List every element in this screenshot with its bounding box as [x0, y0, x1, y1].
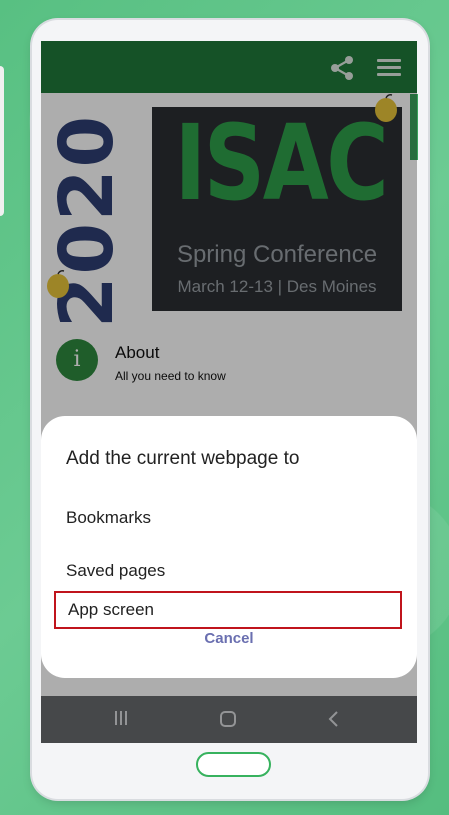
option-app-screen[interactable]: App screen [54, 591, 402, 629]
phone-screen: 2020 ISAC Spring Conference March 12-13 … [41, 41, 417, 743]
option-bookmarks[interactable]: Bookmarks [66, 508, 151, 528]
webview-edge-left [0, 66, 4, 216]
dialog-title: Add the current webpage to [66, 448, 300, 469]
phone-home-button[interactable] [196, 752, 271, 777]
add-webpage-dialog: Add the current webpage to Bookmarks Sav… [41, 416, 417, 678]
cancel-button[interactable]: Cancel [41, 630, 417, 647]
option-saved-pages[interactable]: Saved pages [66, 561, 165, 581]
